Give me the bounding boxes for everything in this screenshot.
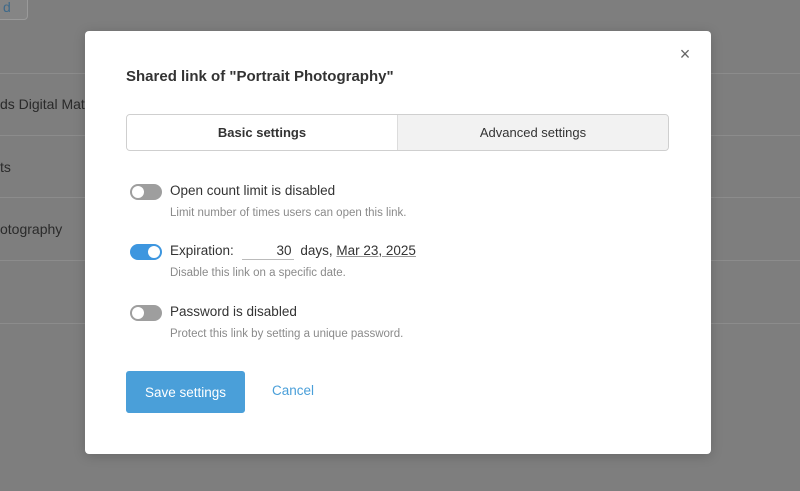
background-button-label: d: [3, 0, 11, 15]
background-row-text: ts: [0, 159, 11, 175]
background-row-text: ds Digital Mat: [0, 96, 85, 112]
settings-tabs: Basic settings Advanced settings: [126, 114, 669, 151]
expiration-days-unit: days,: [300, 243, 333, 258]
expiration-description: Disable this link on a specific date.: [170, 267, 346, 279]
expiration-date-picker[interactable]: Mar 23, 2025: [336, 243, 416, 258]
dialog-title: Shared link of "Portrait Photography": [126, 68, 394, 85]
expiration-title: Expiration:: [170, 243, 234, 258]
password-title: Password: [170, 304, 230, 319]
open-count-status: is disabled: [271, 183, 336, 198]
close-icon[interactable]: ×: [677, 45, 693, 63]
password-status: is disabled: [233, 304, 297, 319]
tab-advanced-settings[interactable]: Advanced settings: [398, 115, 668, 150]
cancel-button[interactable]: Cancel: [272, 383, 314, 398]
password-toggle[interactable]: [130, 305, 162, 321]
password-label: Password is disabled: [170, 304, 297, 319]
background-button: d: [0, 0, 28, 20]
tab-basic-settings[interactable]: Basic settings: [127, 115, 398, 150]
expiration-toggle[interactable]: [130, 244, 162, 260]
open-count-label: Open count limit is disabled: [170, 183, 335, 198]
open-count-description: Limit number of times users can open thi…: [170, 207, 407, 219]
save-settings-button[interactable]: Save settings: [126, 371, 245, 413]
expiration-label: Expiration: days, Mar 23, 2025: [170, 243, 416, 260]
shared-link-dialog: × Shared link of "Portrait Photography" …: [85, 31, 711, 454]
password-description: Protect this link by setting a unique pa…: [170, 328, 404, 340]
background-row-text: otography: [0, 221, 63, 237]
open-count-toggle[interactable]: [130, 184, 162, 200]
expiration-days-input[interactable]: [241, 243, 294, 260]
open-count-title: Open count limit: [170, 183, 268, 198]
